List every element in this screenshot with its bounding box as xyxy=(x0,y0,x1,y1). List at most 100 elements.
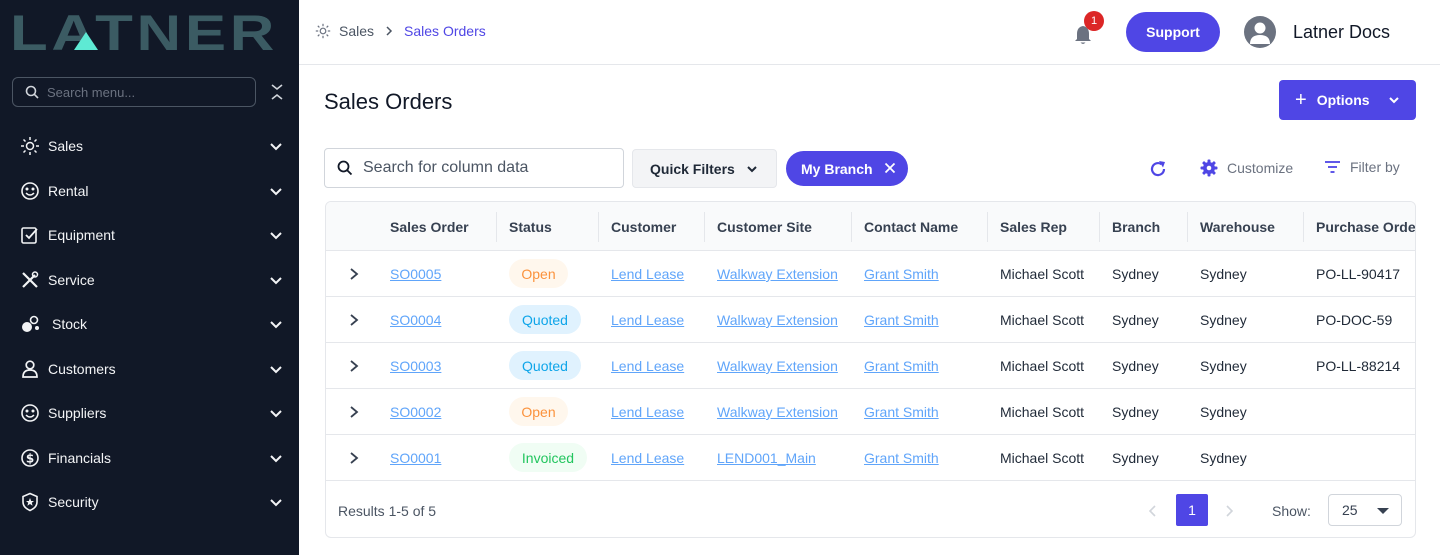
column-divider xyxy=(1099,212,1100,242)
search-icon xyxy=(25,85,39,99)
menu-search-box[interactable] xyxy=(12,77,256,107)
sidebar-item-label: Customers xyxy=(48,360,116,377)
sidebar-item-label: Rental xyxy=(48,182,89,199)
chevron-down-icon xyxy=(270,455,282,463)
avatar[interactable] xyxy=(1244,16,1276,48)
table-row[interactable]: SO0003 Quoted Lend Lease Walkway Extensi… xyxy=(326,343,1415,389)
column-header-sales-order[interactable]: Sales Order xyxy=(390,219,469,235)
sales-order-link[interactable]: SO0002 xyxy=(390,404,441,420)
sidebar-item-stock[interactable]: Stock xyxy=(0,302,299,347)
status-badge: Quoted xyxy=(509,305,581,334)
collapse-icon[interactable] xyxy=(268,82,286,102)
column-header-purchase-order[interactable]: Purchase Orde xyxy=(1316,219,1415,235)
filter-icon xyxy=(1325,161,1340,173)
refresh-icon[interactable] xyxy=(1148,159,1168,179)
column-header-customer[interactable]: Customer xyxy=(611,219,676,235)
my-branch-filter-chip[interactable]: My Branch xyxy=(786,151,908,186)
customer-link[interactable]: Lend Lease xyxy=(611,450,684,466)
sidebar-item-sales[interactable]: Sales xyxy=(0,124,299,169)
chevron-down-icon xyxy=(270,366,282,374)
quick-filters-button[interactable]: Quick Filters xyxy=(632,149,777,188)
chevron-right-icon[interactable] xyxy=(348,267,360,281)
breadcrumb-sales-orders[interactable]: Sales Orders xyxy=(404,23,486,39)
chevron-right-icon[interactable] xyxy=(348,313,360,327)
sidebar-item-rental[interactable]: Rental xyxy=(0,169,299,214)
table-search-box[interactable] xyxy=(324,148,624,188)
contact-name-link[interactable]: Grant Smith xyxy=(864,312,939,328)
user-name[interactable]: Latner Docs xyxy=(1293,22,1390,43)
column-header-warehouse[interactable]: Warehouse xyxy=(1200,219,1275,235)
table-row[interactable]: SO0005 Open Lend Lease Walkway Extension… xyxy=(326,251,1415,297)
table-row[interactable]: SO0002 Open Lend Lease Walkway Extension… xyxy=(326,389,1415,435)
contact-name-link[interactable]: Grant Smith xyxy=(864,404,939,420)
chevron-left-icon[interactable] xyxy=(1148,504,1158,518)
customer-site-link[interactable]: Walkway Extension xyxy=(717,404,838,420)
column-divider xyxy=(496,212,497,242)
sidebar-item-service[interactable]: Service xyxy=(0,258,299,303)
sales-order-link[interactable]: SO0003 xyxy=(390,358,441,374)
breadcrumb-sales[interactable]: Sales xyxy=(339,23,374,39)
customer-site-link[interactable]: Walkway Extension xyxy=(717,358,838,374)
customize-label: Customize xyxy=(1227,160,1294,176)
column-divider xyxy=(987,212,988,242)
customer-link[interactable]: Lend Lease xyxy=(611,358,684,374)
table-search-input[interactable] xyxy=(363,159,613,177)
sidebar: LATNER Sales Rental Equipment Service xyxy=(0,0,299,555)
stock-icon xyxy=(20,314,40,334)
column-divider xyxy=(851,212,852,242)
purchase-order-cell: PO-DOC-59 xyxy=(1316,312,1393,328)
sales-order-link[interactable]: SO0001 xyxy=(390,450,441,466)
sidebar-item-label: Service xyxy=(48,271,95,288)
table-row[interactable]: SO0004 Quoted Lend Lease Walkway Extensi… xyxy=(326,297,1415,343)
options-button[interactable]: + Options xyxy=(1279,80,1416,120)
page-size-select[interactable]: 25 xyxy=(1328,494,1402,526)
sales-order-link[interactable]: SO0004 xyxy=(390,312,441,328)
warehouse-cell: Sydney xyxy=(1200,358,1247,374)
customer-site-link[interactable]: Walkway Extension xyxy=(717,266,838,282)
column-divider xyxy=(1303,212,1304,242)
results-count: Results 1-5 of 5 xyxy=(338,503,437,519)
contact-name-link[interactable]: Grant Smith xyxy=(864,450,939,466)
chevron-right-icon[interactable] xyxy=(348,405,360,419)
status-badge: Open xyxy=(509,259,568,288)
customer-link[interactable]: Lend Lease xyxy=(611,266,684,282)
svg-text:LATNER: LATNER xyxy=(10,10,278,54)
chevron-down-icon xyxy=(270,321,282,329)
branch-cell: Sydney xyxy=(1112,358,1159,374)
filter-by-button[interactable]: Filter by xyxy=(1324,159,1400,175)
customize-button[interactable]: Customize xyxy=(1200,159,1293,177)
customer-site-link[interactable]: Walkway Extension xyxy=(717,312,838,328)
column-header-customer-site[interactable]: Customer Site xyxy=(717,219,812,235)
sidebar-item-financials[interactable]: $ Financials xyxy=(0,436,299,481)
chevron-right-icon[interactable] xyxy=(348,451,360,465)
column-header-sales-rep[interactable]: Sales Rep xyxy=(1000,219,1067,235)
contact-name-link[interactable]: Grant Smith xyxy=(864,358,939,374)
customer-link[interactable]: Lend Lease xyxy=(611,404,684,420)
sidebar-item-customers[interactable]: Customers xyxy=(0,347,299,392)
chevron-down-icon xyxy=(747,166,757,173)
rental-icon xyxy=(20,181,40,201)
column-header-status[interactable]: Status xyxy=(509,219,552,235)
column-header-contact-name[interactable]: Contact Name xyxy=(864,219,958,235)
customer-site-link[interactable]: LEND001_Main xyxy=(717,450,816,466)
menu-search-input[interactable] xyxy=(47,84,237,100)
support-button[interactable]: Support xyxy=(1126,12,1220,52)
sidebar-item-suppliers[interactable]: Suppliers xyxy=(0,391,299,436)
table-row[interactable]: SO0001 Invoiced Lend Lease LEND001_Main … xyxy=(326,435,1415,481)
chevron-right-icon[interactable] xyxy=(1224,504,1234,518)
branch-cell: Sydney xyxy=(1112,266,1159,282)
contact-name-link[interactable]: Grant Smith xyxy=(864,266,939,282)
close-icon[interactable] xyxy=(884,162,896,174)
page-button-current[interactable]: 1 xyxy=(1176,494,1208,526)
suppliers-icon xyxy=(20,403,40,423)
sales-order-link[interactable]: SO0005 xyxy=(390,266,441,282)
column-header-branch[interactable]: Branch xyxy=(1112,219,1160,235)
latner-logo[interactable]: LATNER xyxy=(10,10,280,54)
sidebar-item-equipment[interactable]: Equipment xyxy=(0,213,299,258)
sidebar-item-label: Equipment xyxy=(48,227,115,244)
shield-icon xyxy=(20,492,40,512)
customer-link[interactable]: Lend Lease xyxy=(611,312,684,328)
sidebar-item-security[interactable]: Security xyxy=(0,480,299,525)
warehouse-cell: Sydney xyxy=(1200,312,1247,328)
chevron-right-icon[interactable] xyxy=(348,359,360,373)
